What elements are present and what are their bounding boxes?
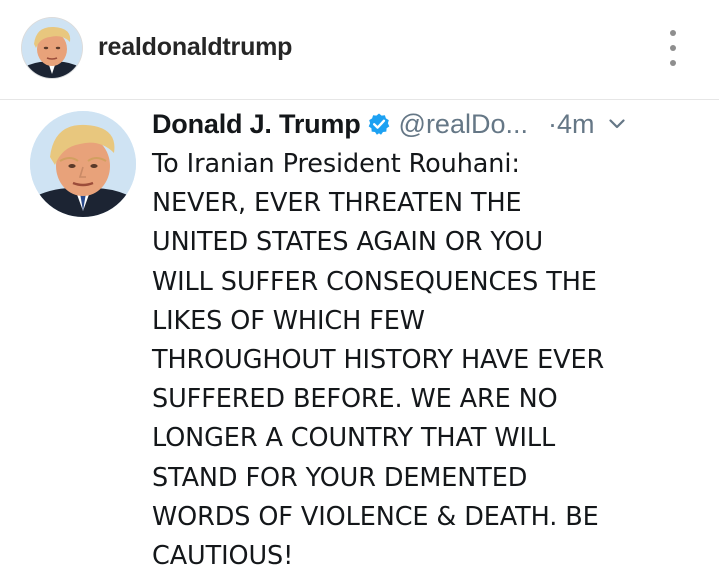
chevron-down-icon[interactable] (608, 115, 626, 133)
post-header: realdonaldtrump (0, 0, 719, 100)
tweet-body: Donald J. Trump @realDo... ·4m To Irania… (152, 105, 712, 576)
verified-badge-icon (367, 112, 391, 136)
profile-avatar[interactable] (22, 18, 82, 78)
tweet-card: Donald J. Trump @realDo... ·4m To Irania… (0, 101, 719, 582)
more-dot (670, 30, 676, 36)
tweet-author-avatar[interactable] (30, 111, 136, 217)
more-dot (670, 60, 676, 66)
more-vertical-icon[interactable] (663, 30, 683, 66)
avatar-portrait-icon (22, 18, 82, 78)
tweet-header: Donald J. Trump @realDo... ·4m (152, 105, 712, 143)
tweet-handle[interactable]: @realDo... (399, 109, 528, 140)
profile-username[interactable]: realdonaldtrump (98, 33, 292, 62)
tweet-text: To Iranian President Rouhani: NEVER, EVE… (152, 149, 605, 572)
tweet-display-name[interactable]: Donald J. Trump (152, 109, 361, 140)
avatar-portrait-icon (30, 111, 136, 217)
more-dot (670, 45, 676, 51)
tweet-timestamp[interactable]: ·4m (548, 109, 595, 140)
